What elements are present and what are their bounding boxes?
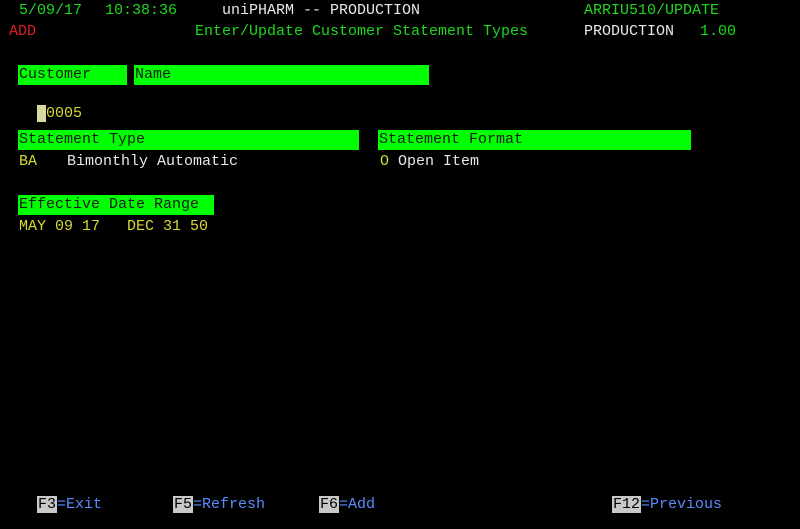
system-date: 5/09/17	[19, 2, 83, 19]
f3-key-cap: F3	[37, 496, 58, 513]
f12-key-cap: F12	[612, 496, 642, 513]
environment-label: PRODUCTION	[584, 23, 675, 40]
f12-key-label: =Previous	[641, 496, 723, 513]
name-column-header: Name	[134, 65, 429, 85]
effective-from-date-field[interactable]: MAY 09 17	[19, 218, 100, 235]
statement-type-description: Bimonthly Automatic	[67, 153, 239, 170]
system-time: 10:38:36	[105, 2, 178, 19]
f12-previous-key[interactable]: F12=Previous	[594, 479, 722, 513]
statement-format-code-field[interactable]: O	[380, 153, 389, 170]
effective-date-range-header: Effective Date Range	[18, 195, 214, 215]
customer-name-field[interactable]	[135, 88, 425, 105]
program-id: ARRIU510/UPDATE	[584, 2, 720, 19]
customer-number-field[interactable]: 0005	[19, 88, 82, 122]
f3-exit-key[interactable]: F3=Exit	[19, 479, 102, 513]
f5-key-label: =Refresh	[193, 496, 266, 513]
customer-column-header: Customer	[18, 65, 127, 85]
version-label: 1.00	[700, 23, 737, 40]
statement-format-header: Statement Format	[378, 130, 691, 150]
statement-type-code-field[interactable]: BA	[19, 153, 37, 170]
mode-indicator: ADD	[9, 23, 37, 40]
f6-key-label: =Add	[339, 496, 376, 513]
customer-number-value: 0005	[46, 105, 83, 122]
f3-key-label: =Exit	[57, 496, 103, 513]
input-cursor	[37, 105, 47, 122]
f6-key-cap: F6	[319, 496, 340, 513]
effective-to-date-field[interactable]: DEC 31 50	[127, 218, 208, 235]
f5-refresh-key[interactable]: F5=Refresh	[155, 479, 265, 513]
f6-add-key[interactable]: F6=Add	[301, 479, 375, 513]
system-name: uniPHARM -- PRODUCTION	[222, 2, 421, 19]
statement-format-description: Open Item	[398, 153, 480, 170]
screen-title: Enter/Update Customer Statement Types	[195, 23, 529, 40]
statement-type-header: Statement Type	[18, 130, 359, 150]
f5-key-cap: F5	[173, 496, 194, 513]
